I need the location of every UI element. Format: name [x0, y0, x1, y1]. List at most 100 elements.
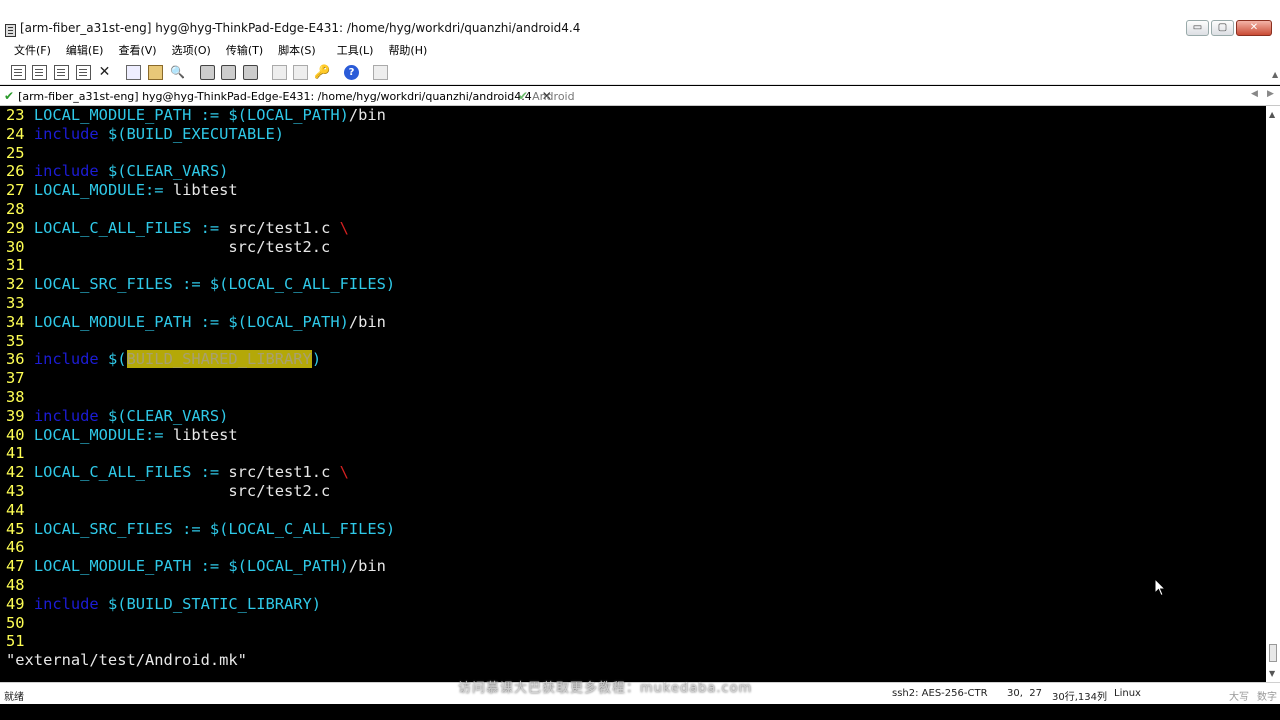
vim-command-line: "external/test/Android.mk": [6, 651, 247, 670]
line-number: 38: [6, 388, 34, 406]
connect-icon[interactable]: [11, 65, 26, 80]
terminal-line: 25: [6, 144, 34, 162]
menu-transfer[interactable]: 传输(T): [226, 42, 263, 58]
maximize-button[interactable]: ▢: [1211, 20, 1234, 36]
terminal-line: 45 LOCAL_SRC_FILES := $(LOCAL_C_ALL_FILE…: [6, 520, 395, 538]
line-number: 39: [6, 406, 34, 425]
menu-view[interactable]: 查看(V): [118, 42, 156, 58]
connected-check-icon: ✔: [518, 89, 529, 103]
scroll-thumb[interactable]: [1269, 644, 1277, 662]
help-icon[interactable]: ?: [344, 65, 359, 80]
code-token: /bin: [348, 312, 386, 331]
find-icon[interactable]: 🔍: [170, 65, 185, 80]
terminal-line: 51: [6, 632, 34, 650]
print-icon[interactable]: [200, 65, 215, 80]
code-token: LOCAL_C_ALL_FILES :=: [33, 463, 220, 482]
tab-session-active[interactable]: ✔ [arm-fiber_a31st-eng] hyg@hyg-ThinkPad…: [4, 86, 552, 106]
toolbar: ✕ 🔍 🔑 ? ▲: [0, 60, 1280, 85]
status-protocol: ssh2: AES-256-CTR: [892, 688, 988, 699]
settings-icon[interactable]: [272, 65, 287, 80]
tab-label: [arm-fiber_a31st-eng] hyg@hyg-ThinkPad-E…: [18, 89, 532, 103]
disconnect-icon[interactable]: ✕: [97, 65, 112, 80]
code-token: LOCAL_MODULE_PATH := $(LOCAL_PATH): [33, 106, 349, 124]
menu-tools[interactable]: 工具(L): [337, 42, 374, 58]
code-token: $(: [98, 350, 127, 369]
line-number: 33: [6, 294, 34, 312]
terminal-line: 33: [6, 294, 34, 312]
copy-icon[interactable]: [126, 65, 141, 80]
terminal-line: 43 src/test2.c: [6, 482, 330, 500]
sftp-icon[interactable]: [373, 65, 388, 80]
terminal-line: 23 LOCAL_MODULE_PATH := $(LOCAL_PATH)/bi…: [6, 106, 386, 124]
line-number: 46: [6, 538, 34, 557]
print-selection-icon[interactable]: [243, 65, 258, 80]
menu-file[interactable]: 文件(F): [14, 42, 51, 58]
line-number: 29: [6, 218, 34, 237]
scroll-down-icon[interactable]: ▼: [1269, 669, 1275, 678]
terminal-scrollbar[interactable]: ▲ ▼: [1266, 106, 1280, 682]
terminal-line: 26 include $(CLEAR_VARS): [6, 162, 228, 180]
tab-session-android[interactable]: ✔ Android: [518, 86, 575, 106]
scroll-up-icon[interactable]: ▲: [1269, 110, 1275, 119]
menu-options[interactable]: 选项(O): [172, 42, 211, 58]
line-number: 28: [6, 200, 34, 218]
code-token: include: [33, 594, 99, 613]
terminal-line: 38: [6, 388, 34, 406]
terminal-line: 34 LOCAL_MODULE_PATH := $(LOCAL_PATH)/bi…: [6, 313, 386, 331]
code-token: src/test2.c: [33, 482, 331, 500]
close-button[interactable]: ✕: [1236, 20, 1272, 36]
code-token: src/test1.c: [219, 218, 340, 237]
tab-prev-icon[interactable]: ◀: [1251, 89, 1258, 99]
code-token: include: [33, 162, 99, 181]
terminal-line: 31: [6, 256, 34, 274]
line-number: 34: [6, 312, 34, 331]
status-num-lock: 数字: [1257, 692, 1277, 703]
code-token: LOCAL_MODULE:=: [33, 181, 164, 200]
line-number: 30: [6, 237, 34, 256]
terminal-line: 28: [6, 200, 34, 218]
menu-edit[interactable]: 编辑(E): [66, 42, 104, 58]
code-token: libtest: [163, 425, 238, 444]
connected-check-icon: ✔: [4, 89, 15, 103]
terminal-line: 36 include $(BUILD_SHARED_LIBRARY): [6, 350, 321, 369]
code-token: LOCAL_SRC_FILES := $(LOCAL_C_ALL_FILES): [33, 275, 396, 294]
terminal-line: 46: [6, 538, 34, 556]
global-options-icon[interactable]: [293, 65, 308, 80]
line-number: 47: [6, 557, 34, 576]
code-token: /bin: [348, 557, 386, 576]
session-tab-bar: ✔ [arm-fiber_a31st-eng] hyg@hyg-ThinkPad…: [0, 86, 1280, 106]
terminal-line: 27 LOCAL_MODULE:= libtest: [6, 181, 238, 199]
code-token: \: [339, 218, 349, 237]
tab-next-icon[interactable]: ▶: [1267, 89, 1274, 99]
connect-tab-icon[interactable]: [54, 65, 69, 80]
line-number: 35: [6, 331, 34, 350]
line-number: 44: [6, 500, 34, 519]
paste-icon[interactable]: [148, 65, 163, 80]
terminal-line: 35: [6, 332, 34, 350]
toolbar-scroll-icon[interactable]: ▲: [1272, 70, 1278, 82]
terminal-screen[interactable]: 23 LOCAL_MODULE_PATH := $(LOCAL_PATH)/bi…: [0, 106, 1266, 682]
code-token: $(BUILD_EXECUTABLE): [98, 124, 285, 143]
code-token: LOCAL_SRC_FILES := $(LOCAL_C_ALL_FILES): [33, 519, 396, 538]
status-caps-lock: 大写: [1229, 692, 1249, 703]
terminal-line: 48: [6, 576, 34, 594]
key-icon[interactable]: 🔑: [314, 65, 330, 80]
code-token: include: [33, 406, 99, 425]
code-token: $(CLEAR_VARS): [98, 162, 229, 181]
quick-connect-icon[interactable]: [32, 65, 47, 80]
print-setup-icon[interactable]: [221, 65, 236, 80]
line-number: 37: [6, 369, 34, 388]
terminal-line: 24 include $(BUILD_EXECUTABLE): [6, 125, 284, 143]
reconnect-icon[interactable]: [76, 65, 91, 80]
line-number: 49: [6, 594, 34, 613]
menu-help[interactable]: 帮助(H): [388, 42, 427, 58]
line-number: 25: [6, 143, 34, 162]
minimize-button[interactable]: ▭: [1186, 20, 1209, 36]
menu-script[interactable]: 脚本(S): [278, 42, 316, 58]
code-token: LOCAL_MODULE:=: [33, 425, 164, 444]
app-terminal-icon[interactable]: [5, 24, 16, 37]
code-token: libtest: [163, 181, 238, 200]
window-controls: ▭ ▢ ✕: [1186, 20, 1272, 36]
code-token: include: [33, 124, 99, 143]
code-token: LOCAL_MODULE_PATH := $(LOCAL_PATH): [33, 557, 349, 576]
